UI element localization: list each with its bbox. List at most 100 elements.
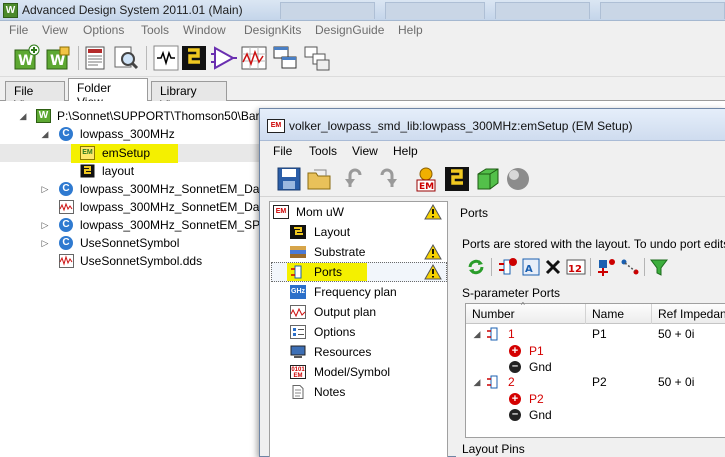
open-workspace-icon[interactable]: W <box>44 44 72 72</box>
column-header-ref-impedance[interactable]: Ref Impedan <box>652 304 725 324</box>
tree-item-sonnet-dataset[interactable]: lowpass_300MHz_SonnetEM_Data <box>0 198 269 216</box>
port-name[interactable]: P1 <box>592 326 607 342</box>
expand-arrow-icon[interactable]: ◢ <box>472 326 482 342</box>
expand-arrow-icon[interactable]: ◢ <box>18 107 28 125</box>
main-title-bar[interactable]: W Advanced Design System 2011.01 (Main) <box>0 0 725 21</box>
menu-file[interactable]: File <box>9 23 28 37</box>
tab-file-view[interactable]: File View <box>5 81 65 112</box>
column-header-number[interactable]: Number <box>466 304 586 324</box>
tab-folder-view[interactable]: Folder View <box>68 78 148 109</box>
3d-view-icon[interactable] <box>474 165 502 193</box>
nav-item-substrate[interactable]: Substrate <box>270 242 447 262</box>
nav-item-mom-uw[interactable]: EM Mom uW <box>270 202 447 222</box>
layout-pins-title: Layout Pins <box>462 442 525 456</box>
connect-pins-icon[interactable] <box>619 256 641 278</box>
cascade-windows-icon[interactable] <box>272 44 300 72</box>
output-plan-icon <box>290 305 306 319</box>
em-simulate-icon[interactable]: EM <box>412 165 440 193</box>
save-icon[interactable] <box>275 165 303 193</box>
nav-item-notes[interactable]: Notes <box>270 382 447 402</box>
workspace-icon: W <box>36 109 51 123</box>
tree-item-emsetup[interactable]: EM emSetup <box>0 144 260 163</box>
new-workspace-icon[interactable]: W <box>12 44 40 72</box>
collapse-arrow-icon[interactable]: ▷ <box>40 180 50 198</box>
menu-tools[interactable]: Tools <box>141 23 169 37</box>
menu-view[interactable]: View <box>42 23 68 37</box>
dds-icon <box>59 254 74 268</box>
momentum-sphere-icon[interactable] <box>504 165 532 193</box>
tree-item-usesonnetsymbol[interactable]: ▷ C UseSonnetSymbol <box>0 234 260 252</box>
nav-item-ports[interactable]: Ports <box>270 262 447 282</box>
em-menu-help[interactable]: Help <box>393 144 418 158</box>
layout-icon[interactable] <box>180 44 208 72</box>
redo-icon[interactable] <box>372 165 400 193</box>
em-menu-view[interactable]: View <box>352 144 378 158</box>
tab-library-view[interactable]: Library View <box>151 81 227 112</box>
warning-icon <box>424 204 442 220</box>
layout-icon <box>290 225 306 239</box>
data-display-icon[interactable] <box>240 44 268 72</box>
add-port-from-pin-icon[interactable]: A <box>520 256 542 278</box>
nav-item-frequency-plan[interactable]: GHz Frequency plan <box>270 282 447 302</box>
filter-icon[interactable] <box>648 256 670 278</box>
nav-item-output-plan[interactable]: Output plan <box>270 302 447 322</box>
library-icon[interactable] <box>82 44 110 72</box>
nav-item-layout[interactable]: Layout <box>270 222 447 242</box>
plus-terminal-icon: + <box>509 393 521 405</box>
tree-item-dds-file[interactable]: UseSonnetSymbol.dds <box>0 252 260 270</box>
tree-item-label: UseSonnetSymbol.dds <box>80 254 203 268</box>
main-menu-bar: File View Options Tools Window DesignKit… <box>0 21 725 40</box>
tile-windows-icon[interactable] <box>302 44 330 72</box>
tree-item-sonnet-data-cell[interactable]: ▷ C lowpass_300MHz_SonnetEM_Data <box>0 180 269 198</box>
em-setup-title: volker_lowpass_smd_lib:lowpass_300MHz:em… <box>289 119 633 133</box>
tree-item-label: layout <box>102 164 135 178</box>
open-folder-icon[interactable] <box>305 165 333 193</box>
main-window-title: Advanced Design System 2011.01 (Main) <box>22 3 243 17</box>
search-icon[interactable] <box>112 44 140 72</box>
port-number: 2 <box>508 375 515 389</box>
em-icon: EM <box>267 119 285 133</box>
tree-item-sonnet-spar-cell[interactable]: ▷ C lowpass_300MHz_SonnetEM_SPar <box>0 216 271 234</box>
refresh-icon[interactable] <box>465 256 487 278</box>
collapse-arrow-icon[interactable]: ▷ <box>40 216 50 234</box>
nav-item-label: Resources <box>314 345 372 359</box>
ports-info-text: Ports are stored with the layout. To und… <box>462 237 725 251</box>
nav-item-resources[interactable]: Resources <box>270 342 447 362</box>
renumber-icon[interactable]: 12 <box>565 256 587 278</box>
em-menu-tools[interactable]: Tools <box>309 144 337 158</box>
menu-help[interactable]: Help <box>398 23 423 37</box>
tree-item-lowpass-cell[interactable]: ◢ C lowpass_300MHz <box>0 125 260 143</box>
nav-item-label: Mom uW <box>296 205 344 219</box>
menu-designguide[interactable]: DesignGuide <box>315 23 384 37</box>
undo-icon[interactable] <box>342 165 370 193</box>
menu-window[interactable]: Window <box>183 23 226 37</box>
nav-item-options[interactable]: Options <box>270 322 447 342</box>
add-port-icon[interactable] <box>496 256 518 278</box>
port-name[interactable]: P2 <box>592 374 607 390</box>
nav-item-label: Layout <box>314 225 351 239</box>
add-pin-icon[interactable] <box>595 256 617 278</box>
cell-icon: C <box>59 218 73 232</box>
layout-icon[interactable] <box>443 165 471 193</box>
expand-arrow-icon[interactable]: ◢ <box>472 374 482 390</box>
schematic-icon[interactable] <box>152 44 180 72</box>
menu-options[interactable]: Options <box>83 23 124 37</box>
tree-item-label: UseSonnetSymbol <box>80 236 180 250</box>
nav-item-label: Notes <box>314 385 346 399</box>
menu-designkits[interactable]: DesignKits <box>244 23 301 37</box>
tree-item-layout[interactable]: layout <box>0 162 260 180</box>
expand-arrow-icon[interactable]: ◢ <box>40 125 50 143</box>
port-impedance[interactable]: 50 + 0i <box>658 326 694 342</box>
em-setup-title-bar[interactable]: EM volker_lowpass_smd_lib:lowpass_300MHz… <box>260 109 725 141</box>
minus-terminal-icon: – <box>509 409 521 421</box>
options-icon <box>290 325 306 339</box>
symbol-icon[interactable] <box>210 44 238 72</box>
collapse-arrow-icon[interactable]: ▷ <box>40 234 50 252</box>
port-impedance[interactable]: 50 + 0i <box>658 374 694 390</box>
nav-item-model-symbol[interactable]: 0101 EM Model/Symbol <box>270 362 447 382</box>
em-menu-file[interactable]: File <box>273 144 292 158</box>
delete-icon[interactable] <box>542 256 564 278</box>
plus-terminal-icon: + <box>509 345 521 357</box>
minus-terminal-icon: – <box>509 361 521 373</box>
column-header-name[interactable]: Name <box>586 304 652 324</box>
